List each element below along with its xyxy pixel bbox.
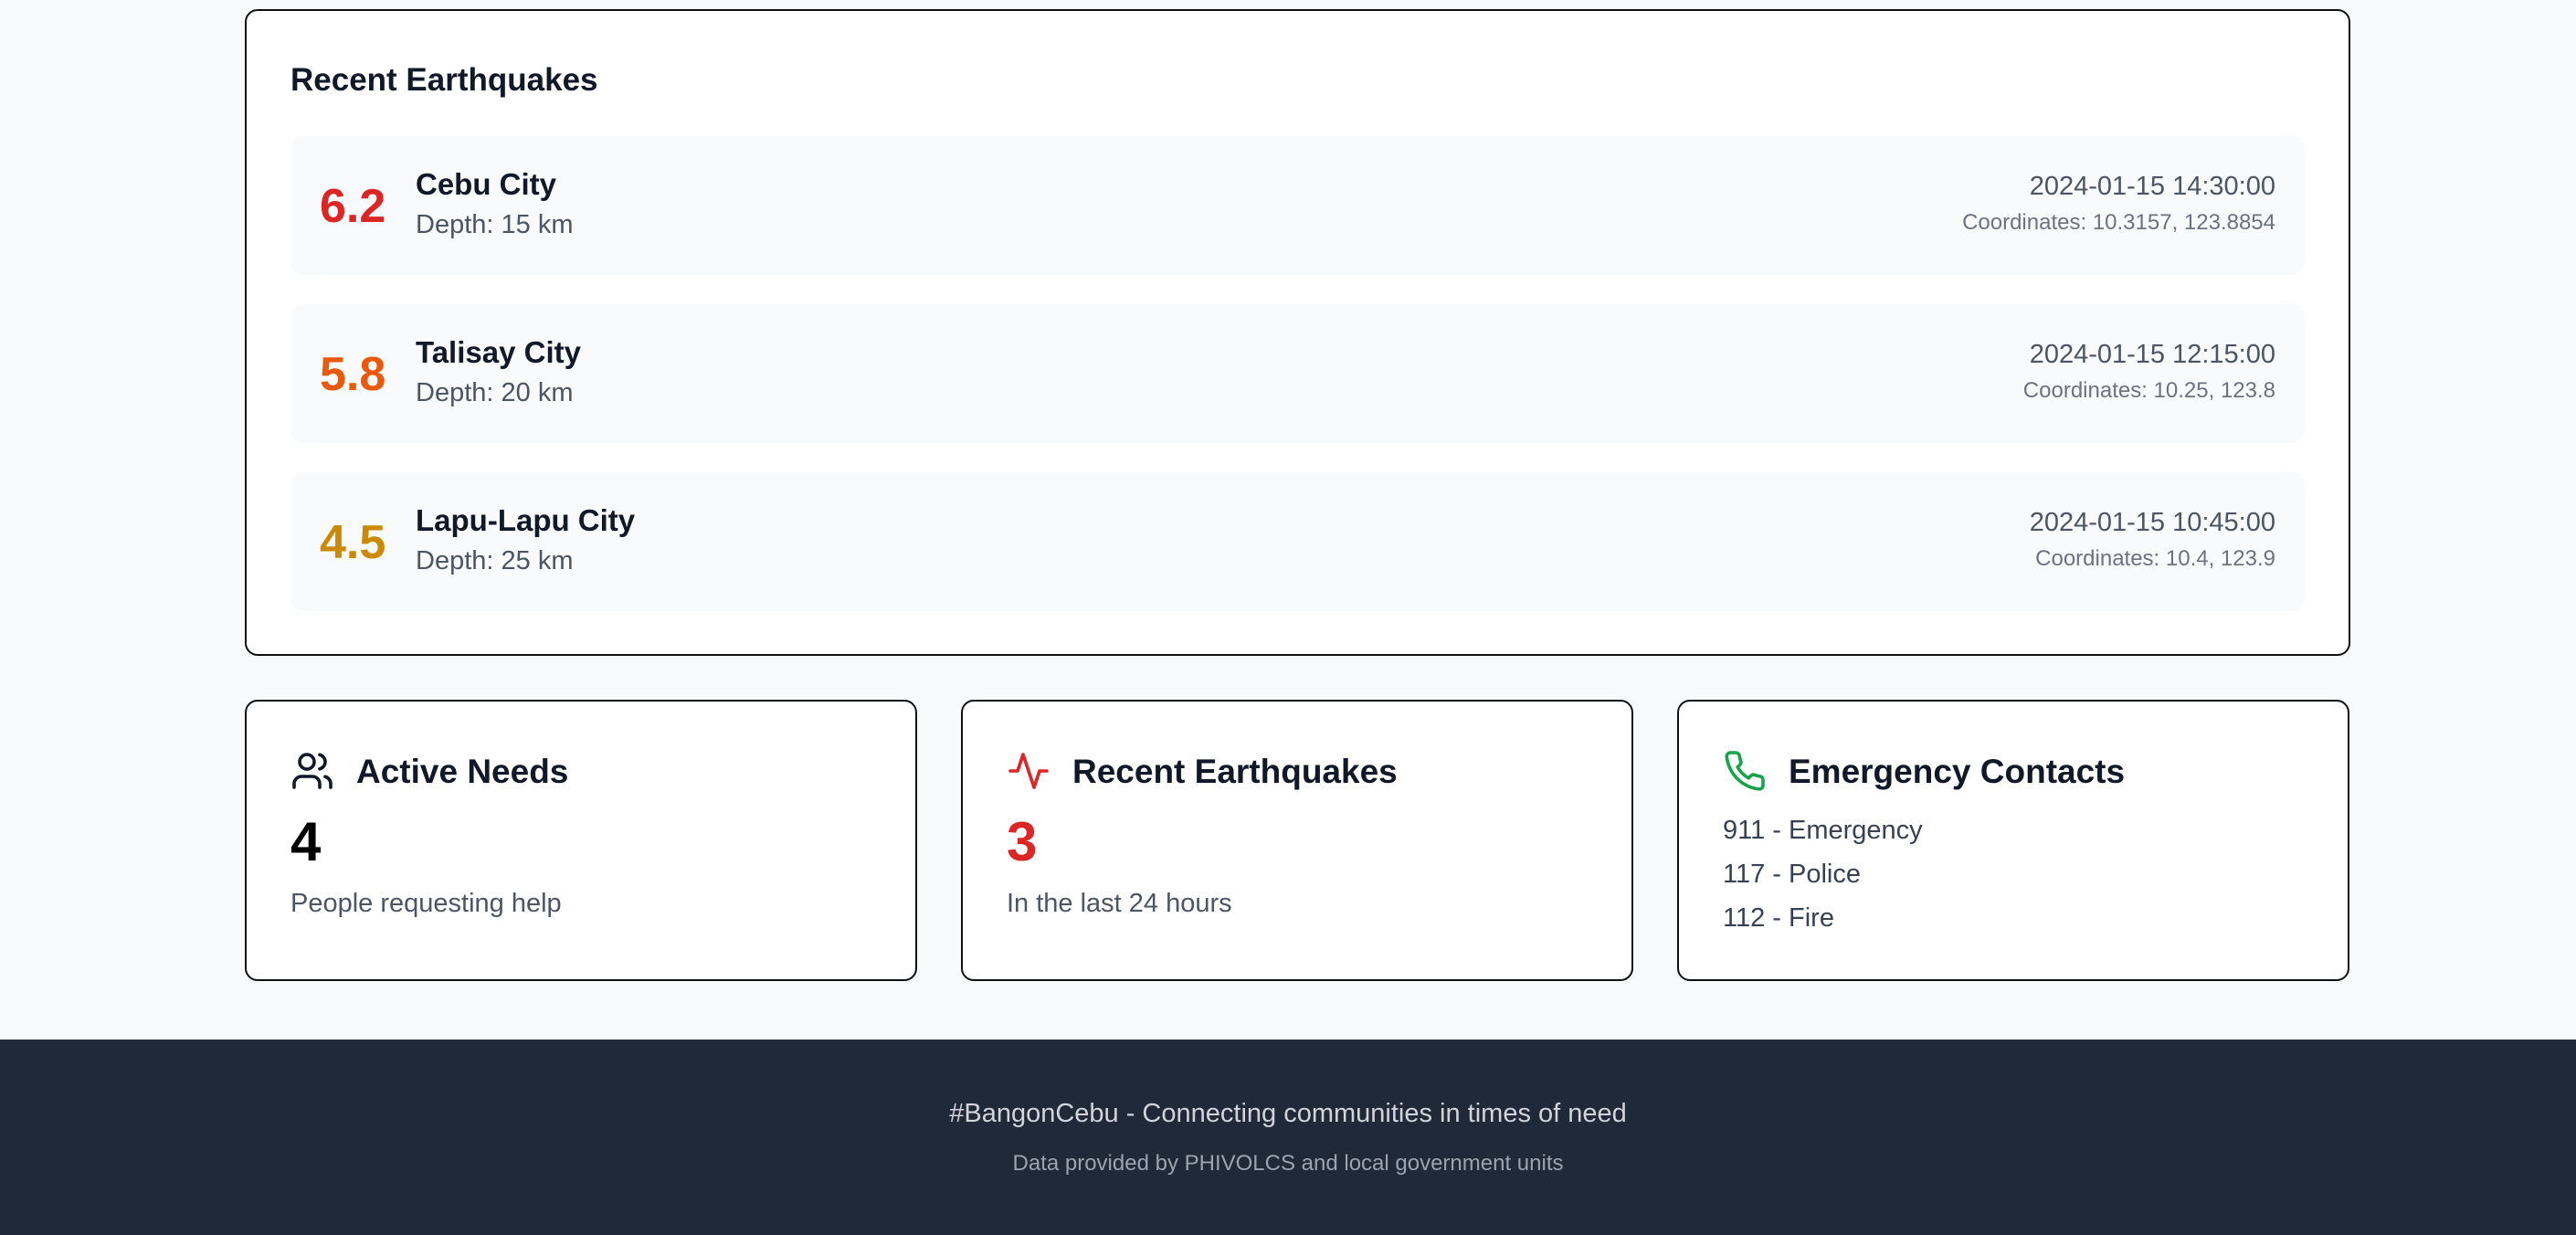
depth-text: Depth: 25 km bbox=[416, 546, 574, 575]
card-subtitle: People requesting help bbox=[290, 889, 562, 918]
recent-earthquakes-card: Recent Earthquakes 3 In the last 24 hour… bbox=[961, 700, 1633, 981]
location-name: Talisay City bbox=[416, 335, 581, 369]
depth-text: Depth: 15 km bbox=[416, 210, 574, 239]
magnitude-value: 6.2 bbox=[320, 180, 386, 233]
contact-emergency[interactable]: 911 - Emergency bbox=[1723, 815, 1923, 846]
timestamp: 2024-01-15 12:15:00 bbox=[2029, 340, 2275, 369]
activity-icon bbox=[1007, 749, 1050, 793]
footer-tagline: #BangonCebu - Connecting communities in … bbox=[949, 1099, 1627, 1128]
magnitude-value: 4.5 bbox=[320, 516, 386, 569]
active-needs-count: 4 bbox=[290, 811, 322, 872]
timestamp: 2024-01-15 10:45:00 bbox=[2029, 508, 2275, 537]
coordinates-text: Coordinates: 10.25, 123.8 bbox=[2022, 378, 2275, 403]
card-subtitle: In the last 24 hours bbox=[1007, 889, 1232, 918]
card-title: Recent Earthquakes bbox=[1072, 753, 1398, 790]
coordinates-text: Coordinates: 10.4, 123.9 bbox=[2035, 546, 2275, 571]
emergency-contacts-card: Emergency Contacts 911 - Emergency 117 -… bbox=[1677, 700, 2349, 981]
recent-earthquakes-panel: Recent Earthquakes 6.2 Cebu City Depth: … bbox=[245, 9, 2350, 656]
users-icon bbox=[290, 749, 334, 793]
location-name: Lapu-Lapu City bbox=[416, 503, 636, 537]
earthquake-item[interactable]: 6.2 Cebu City Depth: 15 km 2024-01-15 14… bbox=[290, 136, 2305, 275]
location-name: Cebu City bbox=[416, 167, 557, 201]
card-title: Emergency Contacts bbox=[1789, 753, 2126, 790]
contact-police[interactable]: 117 - Police bbox=[1723, 859, 1861, 890]
earthquake-item[interactable]: 4.5 Lapu-Lapu City Depth: 25 km 2024-01-… bbox=[290, 472, 2305, 611]
magnitude-value: 5.8 bbox=[320, 348, 386, 401]
coordinates-text: Coordinates: 10.3157, 123.8854 bbox=[1962, 210, 2275, 235]
panel-title: Recent Earthquakes bbox=[290, 62, 598, 98]
phone-icon bbox=[1723, 749, 1767, 793]
earthquake-count: 3 bbox=[1007, 811, 1038, 872]
footer: #BangonCebu - Connecting communities in … bbox=[0, 1040, 2576, 1235]
timestamp: 2024-01-15 14:30:00 bbox=[2029, 172, 2275, 201]
depth-text: Depth: 20 km bbox=[416, 378, 574, 407]
card-title: Active Needs bbox=[356, 753, 569, 790]
active-needs-card: Active Needs 4 People requesting help bbox=[245, 700, 917, 981]
footer-credit: Data provided by PHIVOLCS and local gove… bbox=[1012, 1151, 1564, 1176]
contact-fire[interactable]: 112 - Fire bbox=[1723, 902, 1834, 934]
earthquake-item[interactable]: 5.8 Talisay City Depth: 20 km 2024-01-15… bbox=[290, 304, 2305, 443]
